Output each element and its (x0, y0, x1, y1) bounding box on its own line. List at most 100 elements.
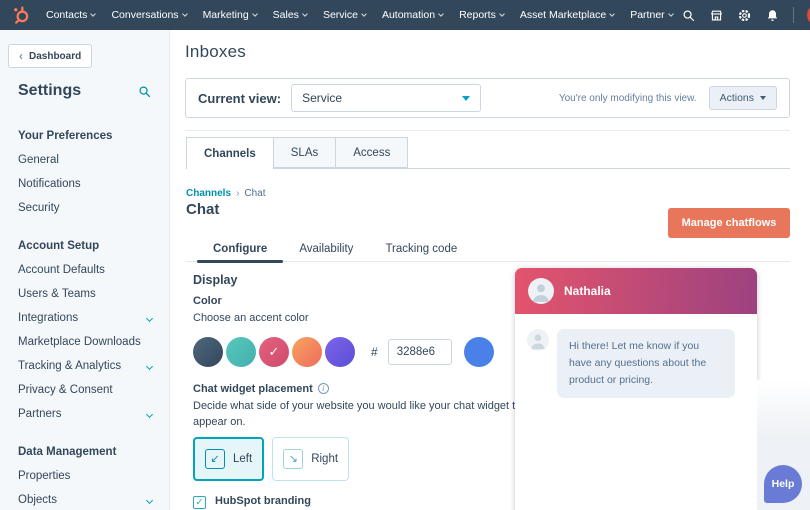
sidebar-item-security[interactable]: Security (18, 196, 158, 220)
color-swatch-purple[interactable] (325, 337, 355, 367)
sidebar-item-label: Marketplace Downloads (18, 330, 141, 354)
nav-item-label: Marketing (203, 9, 249, 21)
sidebar-item-label: General (18, 148, 59, 172)
chat-preview-card: Nathalia Hi there! Let me know if you ha… (515, 268, 757, 510)
nav-item-marketing[interactable]: Marketing (195, 0, 265, 30)
tab-slas[interactable]: SLAs (273, 137, 337, 168)
chevron-down-icon (146, 362, 153, 369)
nav-item-reports[interactable]: Reports (451, 0, 512, 30)
sidebar-item-partners[interactable]: Partners (18, 402, 158, 426)
chevron-down-icon (499, 11, 505, 17)
chevron-down-icon (609, 11, 615, 17)
sidebar-item-label: Account Defaults (18, 258, 105, 282)
sidebar-item-marketplace-downloads[interactable]: Marketplace Downloads (18, 330, 158, 354)
user-avatar[interactable] (807, 4, 810, 26)
color-swatch-slate[interactable] (193, 337, 223, 367)
sidebar-item-objects[interactable]: Objects (18, 488, 158, 510)
branding-text: HubSpot branding Show HubSpot branding o… (215, 495, 506, 510)
color-swatch-orange[interactable] (292, 337, 322, 367)
sidebar-item-privacy-consent[interactable]: Privacy & Consent (18, 378, 158, 402)
caret-down-icon (462, 96, 470, 101)
subtab-label: Tracking code (385, 243, 457, 255)
view-select-value: Service (302, 91, 342, 105)
chat-preview-body: Hi there! Let me know if you have any qu… (515, 314, 757, 413)
nav-item-contacts[interactable]: Contacts (38, 0, 103, 30)
breadcrumb-current: Chat (244, 188, 265, 199)
nav-item-conversations[interactable]: Conversations (103, 0, 194, 30)
custom-color-swatch[interactable] (464, 337, 494, 367)
display-heading: Display (193, 273, 523, 287)
placement-option-label: Left (233, 453, 252, 465)
settings-search-icon[interactable] (137, 84, 152, 99)
tab-label: Channels (204, 148, 256, 160)
sidebar-section-header: Account Setup (18, 234, 158, 258)
divider (185, 130, 790, 131)
sidebar-section-header: Your Preferences (18, 124, 158, 148)
subtab-configure[interactable]: Configure (197, 236, 283, 261)
nav-item-sales[interactable]: Sales (265, 0, 315, 30)
breadcrumb-channels-link[interactable]: Channels (186, 188, 231, 199)
sidebar-item-label: Partners (18, 402, 61, 426)
sidebar-item-account-defaults[interactable]: Account Defaults (18, 258, 158, 282)
sidebar-item-general[interactable]: General (18, 148, 158, 172)
sidebar-item-notifications[interactable]: Notifications (18, 172, 158, 196)
placement-description: Decide what side of your website you wou… (193, 398, 523, 431)
agent-name: Nathalia (564, 284, 611, 298)
branding-label: HubSpot branding (215, 495, 506, 507)
manage-chatflows-button[interactable]: Manage chatflows (668, 208, 790, 238)
page-title: Inboxes (185, 42, 246, 62)
top-nav: Contacts Conversations Marketing Sales S… (0, 0, 810, 30)
hubspot-branding-checkbox[interactable]: ✓ (193, 496, 206, 509)
sidebar-item-properties[interactable]: Properties (18, 464, 158, 488)
chevron-down-icon (146, 496, 153, 503)
nav-item-automation[interactable]: Automation (374, 0, 451, 30)
sidebar-item-label: Security (18, 196, 60, 220)
view-select-dropdown[interactable]: Service (291, 84, 481, 112)
hex-color-input[interactable] (388, 339, 452, 365)
subtab-tracking-code[interactable]: Tracking code (369, 236, 473, 261)
placement-left-button[interactable]: ↙ Left (193, 437, 264, 481)
sidebar-item-integrations[interactable]: Integrations (18, 306, 158, 330)
color-swatch-teal[interactable] (226, 337, 256, 367)
current-view-panel: Current view: Service You're only modify… (185, 78, 790, 118)
nav-item-partner[interactable]: Partner (622, 0, 680, 30)
chevron-left-icon: ‹ (19, 50, 23, 62)
back-to-dashboard-button[interactable]: ‹ Dashboard (8, 44, 92, 68)
help-button[interactable]: Help (764, 465, 802, 503)
tab-channels[interactable]: Channels (186, 137, 274, 169)
divider (793, 7, 794, 23)
actions-button[interactable]: Actions (709, 86, 777, 110)
nav-item-service[interactable]: Service (315, 0, 374, 30)
chevron-down-icon (361, 11, 367, 17)
tab-access[interactable]: Access (335, 137, 408, 168)
chat-subtabs: Configure Availability Tracking code (185, 236, 790, 262)
back-button-label: Dashboard (29, 51, 81, 62)
search-icon[interactable] (681, 8, 696, 23)
sidebar-item-tracking-analytics[interactable]: Tracking & Analytics (18, 354, 158, 378)
info-icon[interactable]: i (318, 383, 329, 394)
sidebar-item-label: Users & Teams (18, 282, 96, 306)
marketplace-icon[interactable] (709, 8, 724, 23)
arrow-down-left-icon: ↙ (205, 449, 225, 469)
nav-utilities (681, 4, 810, 26)
nav-item-label: Service (323, 9, 358, 21)
nav-item-label: Automation (382, 9, 435, 21)
sidebar-item-label: Properties (18, 464, 70, 488)
notifications-bell-icon[interactable] (765, 8, 780, 23)
hubspot-logo-icon[interactable] (10, 4, 32, 26)
chevron-down-icon (438, 11, 444, 17)
arrow-down-right-icon: ↘ (283, 449, 303, 469)
settings-sidebar: ‹ Dashboard Settings Your Preferences Ge… (0, 30, 170, 510)
nav-item-label: Sales (273, 9, 299, 21)
settings-gear-icon[interactable] (737, 8, 752, 23)
subtab-availability[interactable]: Availability (283, 236, 369, 261)
breadcrumb-separator: › (236, 188, 239, 199)
main-content: Inboxes Current view: Service You're onl… (170, 30, 810, 510)
current-view-label: Current view: (198, 91, 281, 106)
nav-item-asset-marketplace[interactable]: Asset Marketplace (512, 0, 622, 30)
sidebar-title: Settings (18, 82, 81, 100)
placement-right-button[interactable]: ↘ Right (272, 437, 349, 481)
chat-preview-header: Nathalia (515, 268, 757, 314)
sidebar-item-users-teams[interactable]: Users & Teams (18, 282, 158, 306)
color-swatch-pink-selected[interactable]: ✓ (259, 337, 289, 367)
